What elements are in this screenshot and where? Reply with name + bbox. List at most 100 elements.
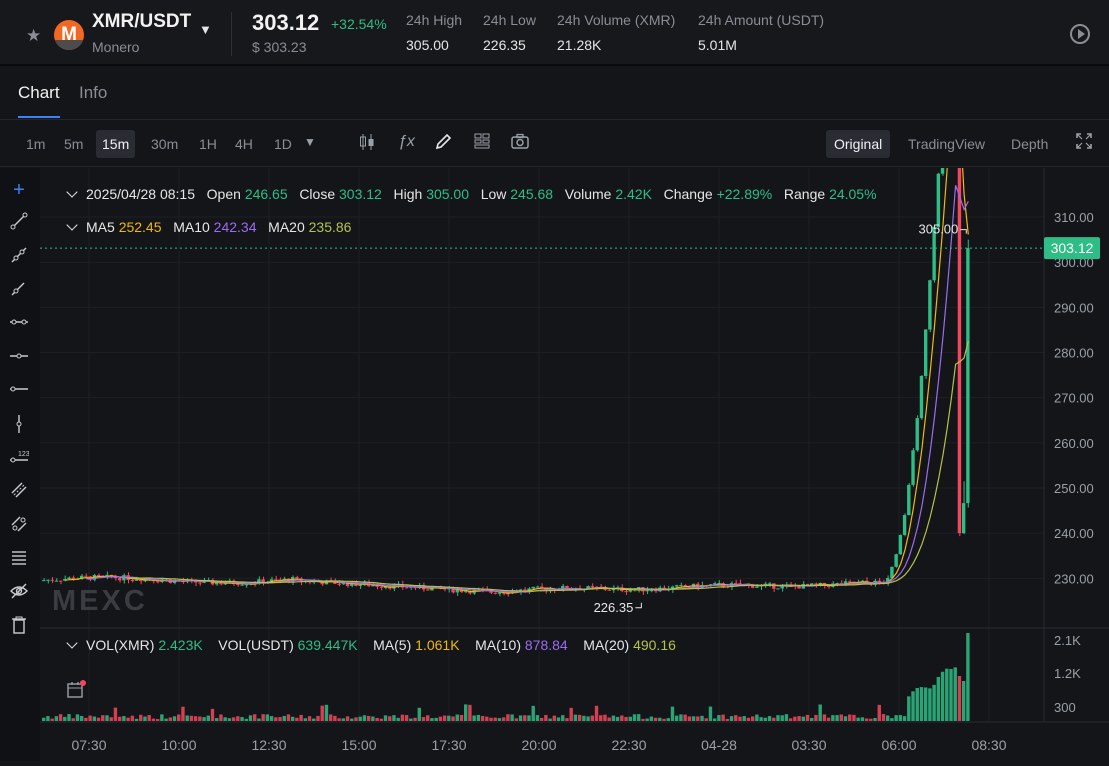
volume-bar	[168, 717, 172, 721]
fib-channel-icon[interactable]	[8, 515, 30, 537]
volume-bar	[928, 688, 932, 721]
fib-retracement-icon[interactable]	[8, 549, 30, 571]
crosshair-icon[interactable]: +	[8, 179, 30, 201]
volume-bar	[269, 716, 274, 721]
volume-bar	[58, 714, 63, 721]
camera-icon[interactable]	[511, 133, 529, 154]
volume-bar	[776, 715, 780, 721]
coin-name: Monero	[92, 39, 140, 55]
candle-body	[915, 418, 919, 451]
calendar-icon[interactable]	[66, 680, 86, 698]
view-original[interactable]: Original	[826, 130, 891, 158]
volume-bar	[464, 704, 468, 721]
volume-bar	[886, 715, 890, 721]
volume-bar	[704, 718, 708, 721]
trend-line-icon[interactable]	[8, 212, 30, 234]
timeframe-1d[interactable]: 1D	[268, 130, 298, 158]
volume-bar	[63, 716, 67, 721]
candle-body	[139, 579, 143, 582]
view-depth[interactable]: Depth	[1003, 130, 1056, 158]
volume-bar	[434, 717, 438, 721]
fullscreen-icon[interactable]	[1076, 133, 1092, 154]
volume-bar	[46, 716, 50, 721]
ray-line-icon[interactable]	[8, 246, 30, 268]
volume-bar	[666, 718, 670, 721]
tab-chart[interactable]: Chart	[18, 83, 60, 103]
volume-bar	[139, 714, 143, 721]
volume-bar	[675, 715, 679, 721]
favorite-star-icon[interactable]: ★	[26, 26, 41, 46]
timeframe-1h[interactable]: 1H	[193, 130, 223, 158]
timeframe-dropdown-icon[interactable]: ▼	[304, 135, 316, 149]
pair-dropdown-icon[interactable]: ▼	[199, 22, 212, 37]
volume-bar	[565, 718, 569, 721]
play-icon[interactable]	[1070, 24, 1090, 44]
timeframe-30m[interactable]: 30m	[145, 130, 184, 158]
volume-bar	[852, 714, 856, 721]
volume-bar	[202, 717, 206, 721]
horizontal-line-icon[interactable]	[8, 313, 30, 335]
volume-bar	[936, 676, 941, 721]
volume-bar	[573, 714, 578, 721]
volume-legend: VOL(XMR) 2.423K VOL(USDT) 639.447K MA(5)…	[66, 637, 676, 653]
time-tick-label: 12:30	[251, 737, 286, 753]
delete-trash-icon[interactable]	[8, 616, 30, 638]
vertical-line-icon[interactable]	[8, 414, 30, 436]
candle-body	[907, 484, 911, 516]
price-label-icon[interactable]: 123	[8, 448, 30, 470]
volume-bar	[810, 717, 814, 721]
volume-bar	[721, 714, 725, 721]
candle-body	[244, 584, 248, 586]
indicators-fx-icon[interactable]: ƒx	[398, 133, 415, 151]
volume-bar	[653, 717, 658, 721]
tab-info[interactable]: Info	[79, 83, 107, 103]
layout-icon[interactable]	[474, 133, 490, 154]
volume-bar	[155, 718, 160, 721]
volume-bar	[430, 718, 434, 721]
draw-pencil-icon[interactable]	[435, 133, 452, 155]
volume-bar	[210, 708, 215, 721]
timeframe-5m[interactable]: 5m	[58, 130, 89, 158]
pair-title[interactable]: XMR/USDT	[92, 11, 191, 33]
stat-24h-volume: 24h Volume (XMR) 21.28K	[557, 12, 676, 53]
ma-legend: MA5 252.45 MA10 242.34 MA20 235.86	[66, 219, 351, 235]
timeframe-15m[interactable]: 15m	[96, 130, 136, 158]
candle-body	[337, 583, 341, 585]
volume-bar	[126, 717, 130, 721]
time-tick-label: 08:30	[971, 737, 1006, 753]
last-price-tag-text: 303.12	[1051, 240, 1094, 256]
collapse-volume-icon[interactable]	[66, 637, 78, 649]
parallel-channel-icon[interactable]	[8, 481, 30, 503]
volume-bar	[472, 715, 476, 721]
timeframe-4h[interactable]: 4H	[229, 130, 259, 158]
candle-body	[379, 586, 383, 588]
volume-bar	[476, 714, 481, 721]
price-chart[interactable]: MEXC 310.00300.00290.00280.00270.00260.0…	[40, 0, 1109, 761]
volume-bar	[231, 717, 236, 721]
collapse-ma-icon[interactable]	[66, 219, 78, 231]
volume-bar	[392, 715, 396, 721]
volume-bar	[265, 714, 270, 721]
candle-type-icon[interactable]	[359, 133, 375, 156]
timeframe-1m[interactable]: 1m	[20, 130, 51, 158]
candle-body	[940, 112, 945, 174]
view-tradingview[interactable]: TradingView	[900, 130, 993, 158]
volume-bar	[624, 716, 628, 721]
hide-drawings-icon[interactable]	[8, 582, 30, 604]
chart-area[interactable]: MEXC 310.00 300.00 290.00 280.00 270.00 260.0…	[40, 0, 1109, 761]
horizontal-ray-icon[interactable]	[8, 347, 30, 369]
candle-body	[776, 588, 780, 590]
volume-tick-label: 1.2K	[1054, 666, 1081, 681]
volume-bar	[717, 715, 721, 721]
view-tabs: Chart Info	[0, 68, 1109, 120]
collapse-ohlc-icon[interactable]	[66, 186, 78, 198]
change-percent: +32.54%	[331, 16, 387, 32]
volume-bar	[801, 716, 805, 721]
price-line-icon[interactable]	[8, 380, 30, 402]
time-tick-label: 03:30	[791, 737, 826, 753]
extended-line-icon[interactable]	[8, 279, 30, 301]
volume-bar	[455, 714, 459, 721]
volume-bar	[556, 717, 561, 721]
volume-bar	[122, 716, 126, 721]
low-marker: 226.35	[594, 600, 634, 615]
